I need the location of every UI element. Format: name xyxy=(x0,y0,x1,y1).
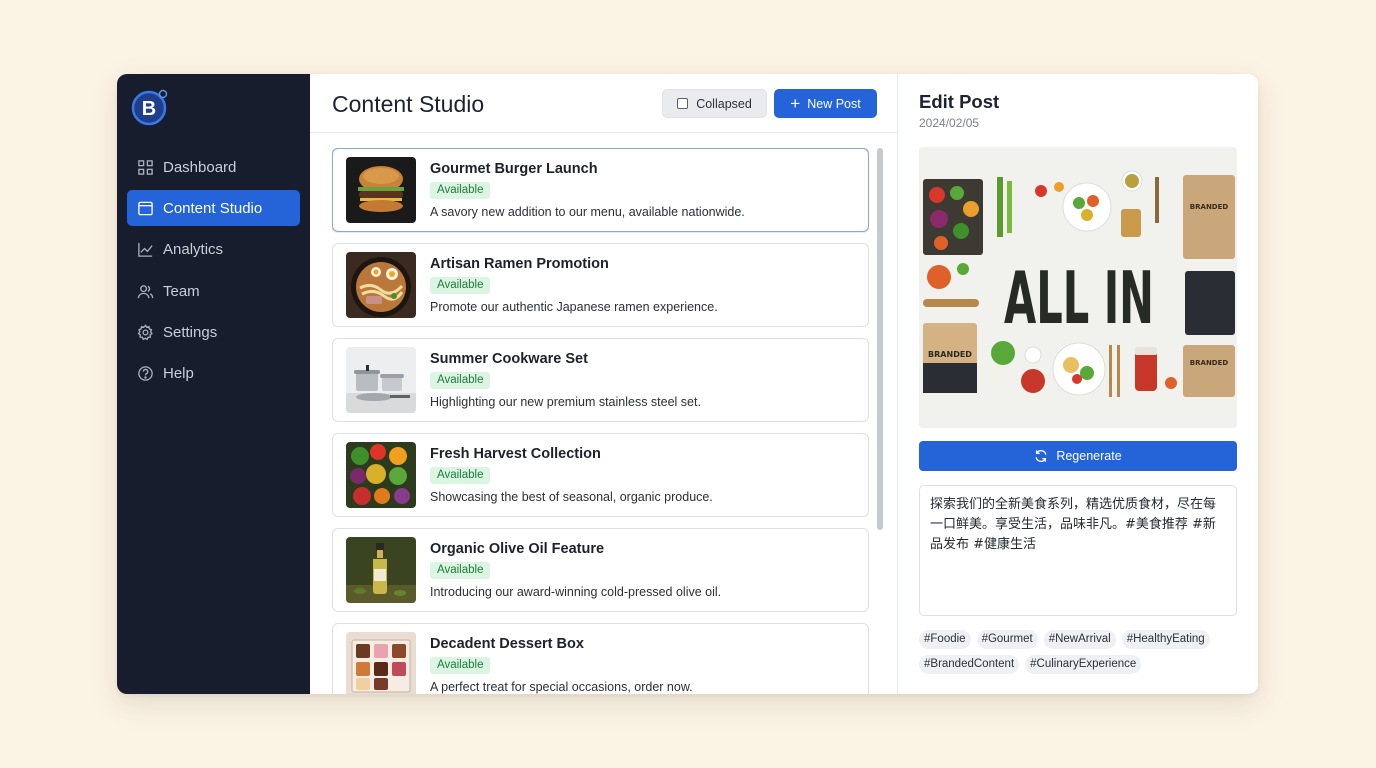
status-badge: Available xyxy=(430,277,491,294)
hashtag-chip[interactable]: #Gourmet xyxy=(976,630,1038,649)
content-header: Content Studio Collapsed + New Post xyxy=(310,74,897,133)
brand-logo-icon[interactable]: B xyxy=(130,87,170,127)
generated-image-preview[interactable]: BRANDED BRANDED BRANDED ALL IN xyxy=(919,147,1237,428)
checkbox-icon xyxy=(677,98,689,109)
regenerate-button[interactable]: Regenerate xyxy=(919,441,1237,471)
page-title: Content Studio xyxy=(332,91,485,117)
users-icon xyxy=(137,283,154,300)
sidebar-nav: Dashboard Content Studio Analytics Team xyxy=(127,149,300,397)
help-icon xyxy=(137,365,154,382)
new-post-button[interactable]: + New Post xyxy=(774,89,877,118)
sidebar: B Dashboard Content Studio Analytics Tea… xyxy=(117,74,310,694)
status-badge: Available xyxy=(430,657,491,674)
regenerate-label: Regenerate xyxy=(1056,449,1122,463)
product-bag-label: BRANDED xyxy=(928,350,972,359)
hashtag-chip[interactable]: #BrandedContent xyxy=(919,655,1020,674)
olive-oil-image xyxy=(346,537,416,603)
post-description: Highlighting our new premium stainless s… xyxy=(430,395,701,409)
sidebar-item-label: Team xyxy=(163,282,200,300)
new-post-label: New Post xyxy=(807,96,861,111)
sidebar-item-team[interactable]: Team xyxy=(127,273,300,309)
sidebar-item-label: Content Studio xyxy=(163,199,263,217)
post-title: Organic Olive Oil Feature xyxy=(430,541,605,557)
post-card-dessert-box[interactable]: Decadent Dessert Box Available A perfect… xyxy=(332,623,869,694)
hashtag-chip[interactable]: #Foodie xyxy=(919,630,971,649)
list-scrollbar[interactable] xyxy=(877,148,883,530)
burger-image xyxy=(346,157,416,223)
post-title: Artisan Ramen Promotion xyxy=(430,256,609,272)
collapsed-toggle-button[interactable]: Collapsed xyxy=(662,89,767,118)
sidebar-item-label: Settings xyxy=(163,324,218,342)
plus-icon: + xyxy=(790,94,801,113)
status-badge: Available xyxy=(430,467,491,484)
product-bag-label: BRANDED xyxy=(1190,359,1229,367)
status-badge: Available xyxy=(430,562,491,579)
collapsed-label: Collapsed xyxy=(696,96,752,111)
sidebar-item-analytics[interactable]: Analytics xyxy=(127,232,300,268)
chart-icon xyxy=(137,241,154,258)
sidebar-item-label: Analytics xyxy=(163,241,224,259)
hashtag-chip[interactable]: #NewArrival xyxy=(1043,630,1116,649)
post-description: Promote our authentic Japanese ramen exp… xyxy=(430,300,718,314)
post-list: Gourmet Burger Launch Available A savory… xyxy=(332,148,869,694)
sidebar-item-label: Help xyxy=(163,365,194,383)
post-description: A perfect treat for special occasions, o… xyxy=(430,680,693,694)
post-card-summer-cookware[interactable]: Summer Cookware Set Available Highlighti… xyxy=(332,338,869,422)
window-icon xyxy=(137,200,154,217)
app-window: B Dashboard Content Studio Analytics Tea… xyxy=(117,74,1258,694)
post-card-olive-oil[interactable]: Organic Olive Oil Feature Available Intr… xyxy=(332,528,869,612)
ramen-image xyxy=(346,252,416,318)
post-date: 2024/02/05 xyxy=(919,116,980,130)
sidebar-item-dashboard[interactable]: Dashboard xyxy=(127,149,300,185)
caption-textarea[interactable]: 探索我们的全新美食系列，精选优质食材，尽在每一口鲜美。享受生活，品味非凡。#美食… xyxy=(919,485,1237,616)
sidebar-item-content-studio[interactable]: Content Studio xyxy=(127,190,300,227)
status-badge: Available xyxy=(430,182,491,199)
product-bag-label: BRANDED xyxy=(1190,203,1229,211)
post-description: Introducing our award-winning cold-press… xyxy=(430,585,722,599)
refresh-icon xyxy=(1035,450,1047,462)
post-description: A savory new addition to our menu, avail… xyxy=(430,205,745,219)
hashtag-chip[interactable]: #CulinaryExperience xyxy=(1025,655,1142,674)
post-card-artisan-ramen[interactable]: Artisan Ramen Promotion Available Promot… xyxy=(332,243,869,327)
post-card-fresh-harvest[interactable]: Fresh Harvest Collection Available Showc… xyxy=(332,433,869,517)
status-badge: Available xyxy=(430,372,491,389)
edit-post-panel: Edit Post 2024/02/05 BRANDED BRANDED BRA… xyxy=(898,74,1258,694)
sidebar-item-settings[interactable]: Settings xyxy=(127,315,300,351)
produce-image xyxy=(346,442,416,508)
sidebar-item-label: Dashboard xyxy=(163,158,237,176)
post-title: Decadent Dessert Box xyxy=(430,636,584,652)
post-card-gourmet-burger[interactable]: Gourmet Burger Launch Available A savory… xyxy=(332,148,869,232)
cookware-image xyxy=(346,347,416,413)
sidebar-item-help[interactable]: Help xyxy=(127,356,300,392)
content-list-panel: Content Studio Collapsed + New Post Gour… xyxy=(310,74,898,694)
post-title: Fresh Harvest Collection xyxy=(430,446,601,462)
post-description: Showcasing the best of seasonal, organic… xyxy=(430,490,713,504)
preview-headline: ALL IN xyxy=(1004,256,1154,340)
gear-icon xyxy=(137,324,154,341)
post-title: Gourmet Burger Launch xyxy=(430,161,598,177)
hashtag-list: #Foodie #Gourmet #NewArrival #HealthyEat… xyxy=(919,630,1237,680)
dessert-image xyxy=(346,632,416,694)
edit-post-title: Edit Post xyxy=(919,91,1000,112)
post-title: Summer Cookware Set xyxy=(430,351,588,367)
hashtag-chip[interactable]: #HealthyEating xyxy=(1121,630,1210,649)
grid-icon xyxy=(137,159,154,176)
svg-text:B: B xyxy=(142,98,156,120)
